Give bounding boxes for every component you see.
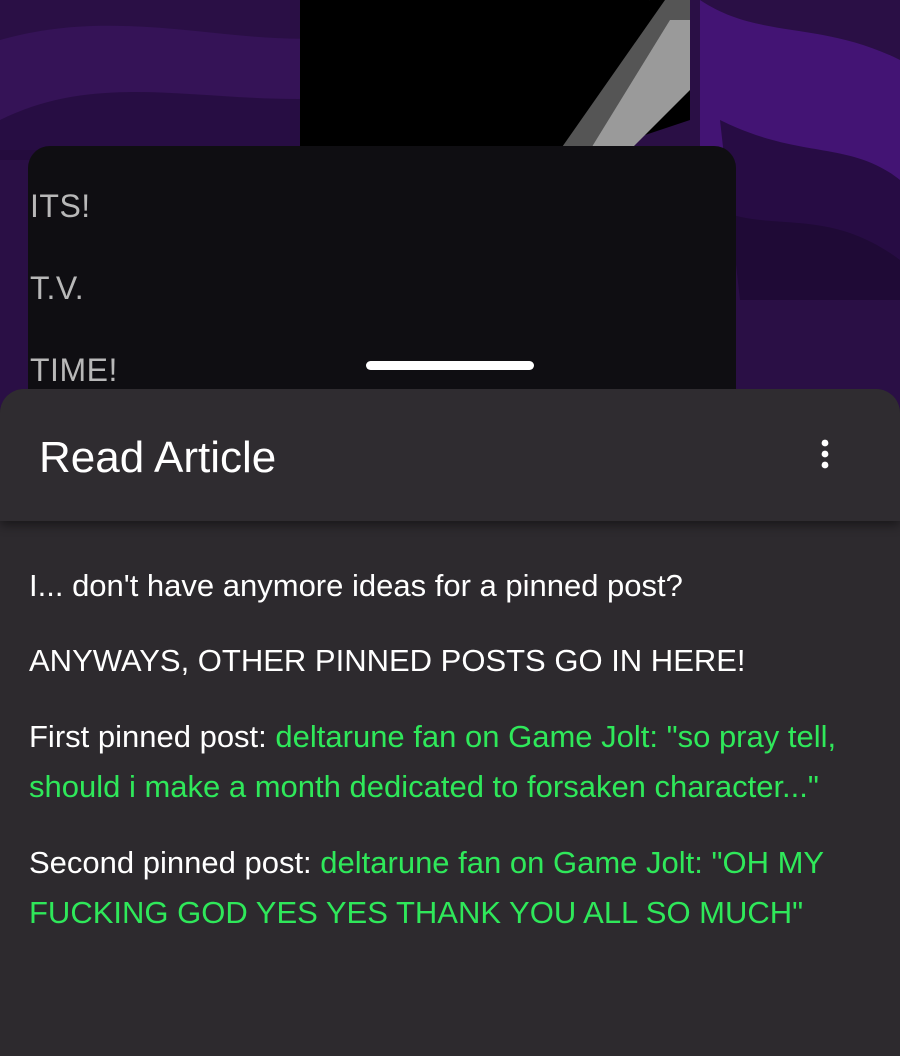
background-text-line: ITS! xyxy=(30,188,91,224)
article-paragraph: ANYWAYS, OTHER PINNED POSTS GO IN HERE! xyxy=(29,643,746,678)
sheet-drag-handle[interactable] xyxy=(366,361,534,370)
read-article-sheet: Read Article I... don't have anymore ide… xyxy=(0,389,900,1056)
sheet-header: Read Article xyxy=(0,389,900,521)
article-paragraph: Second pinned post: deltarune fan on Gam… xyxy=(29,838,860,938)
background-text-line: T.V. xyxy=(30,270,85,306)
article-paragraph: I... don't have anymore ideas for a pinn… xyxy=(29,568,683,603)
article-body: I... don't have anymore ideas for a pinn… xyxy=(0,521,900,938)
more-options-button[interactable] xyxy=(800,429,850,479)
paragraph-prefix: First pinned post: xyxy=(29,719,276,754)
background-text-line: TIME! xyxy=(30,352,118,388)
sheet-title: Read Article xyxy=(39,433,277,482)
article-paragraph: First pinned post: deltarune fan on Game… xyxy=(29,712,860,812)
paragraph-prefix: Second pinned post: xyxy=(29,845,321,880)
more-vertical-icon xyxy=(821,439,829,469)
